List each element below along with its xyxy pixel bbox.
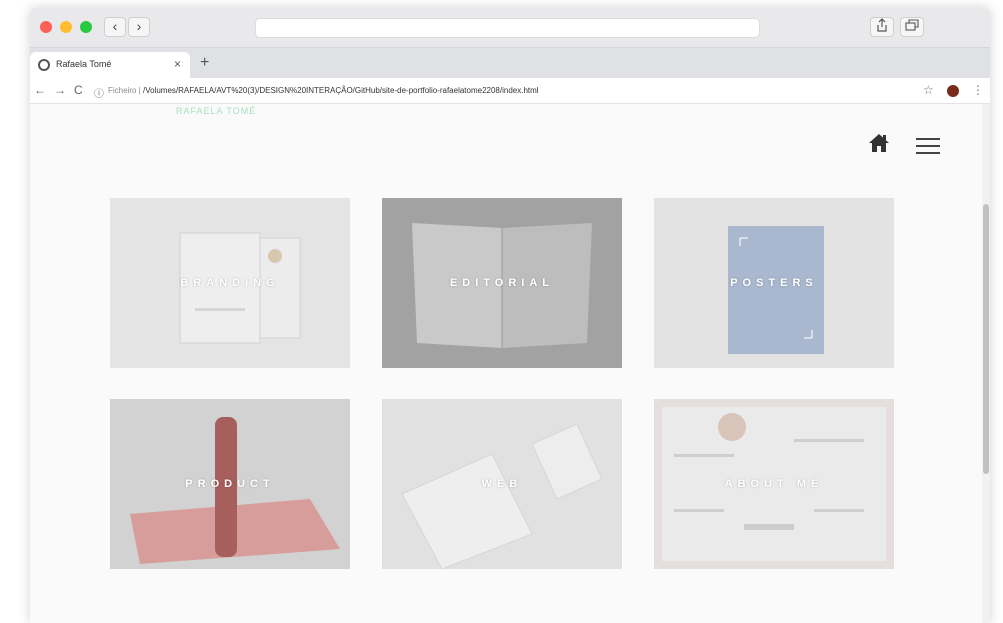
tab-close-icon[interactable]: ×	[174, 57, 181, 71]
tab-title: Rafaela Tomé	[56, 59, 112, 69]
scrollbar-thumb[interactable]	[983, 204, 989, 474]
web-card[interactable]: WEB	[382, 399, 622, 569]
card-label: BRANDING	[180, 277, 280, 289]
kebab-menu-icon[interactable]: ⋮	[972, 83, 984, 97]
editorial-card[interactable]: EDITORIAL	[382, 198, 622, 368]
url-scheme: Ficheiro |	[108, 86, 143, 95]
share-icon[interactable]	[870, 17, 894, 37]
profile-avatar[interactable]	[947, 85, 959, 97]
back-arrow-icon[interactable]: ←	[34, 83, 46, 97]
forward-arrow-icon[interactable]: →	[54, 83, 66, 97]
card-label: PRODUCT	[185, 478, 275, 490]
reload-icon[interactable]: C	[74, 83, 83, 97]
new-tab-button[interactable]: +	[200, 54, 209, 72]
tabs-icon[interactable]	[900, 17, 924, 37]
posters-card[interactable]: POSTERS	[654, 198, 894, 368]
home-icon[interactable]	[868, 132, 890, 154]
star-icon[interactable]: ☆	[923, 83, 934, 97]
address-bar: ← → C ⓘ Ficheiro | /Volumes/RAFAELA/AVT%…	[30, 78, 990, 104]
page-content: RAFAELA TOMÉ BRANDING EDITORIAL POSTERS …	[30, 104, 990, 623]
zoom-window-button[interactable]	[80, 21, 92, 33]
card-label: WEB	[481, 478, 523, 490]
branding-card[interactable]: BRANDING	[110, 198, 350, 368]
url-text: /Volumes/RAFAELA/AVT%20(3)/DESIGN%20INTE…	[142, 86, 539, 95]
card-label: EDITORIAL	[449, 277, 555, 289]
site-info-icon[interactable]: ⓘ	[94, 85, 104, 100]
card-label: POSTERS	[730, 277, 818, 289]
product-card[interactable]: PRODUCT	[110, 399, 350, 569]
minimize-window-button[interactable]	[60, 21, 72, 33]
page-scrollbar[interactable]	[982, 104, 990, 623]
browser-window: ‹ › Rafaela Tomé × + ← → C ⓘ Ficheiro | …	[30, 8, 990, 623]
browser-tab[interactable]: Rafaela Tomé ×	[30, 52, 190, 78]
tab-strip: Rafaela Tomé × +	[30, 48, 990, 78]
about-me-card[interactable]: ABOUT ME	[654, 399, 894, 569]
globe-icon	[38, 59, 50, 71]
hamburger-menu-icon[interactable]	[916, 138, 940, 154]
title-bar: ‹ ›	[30, 8, 990, 48]
card-label: ABOUT ME	[724, 478, 824, 490]
back-button[interactable]: ‹	[104, 17, 126, 37]
site-brand[interactable]: RAFAELA TOMÉ	[176, 106, 256, 116]
top-url-field[interactable]	[255, 18, 760, 38]
forward-button[interactable]: ›	[128, 17, 150, 37]
url-field[interactable]: Ficheiro | /Volumes/RAFAELA/AVT%20(3)/DE…	[108, 86, 539, 95]
close-window-button[interactable]	[40, 21, 52, 33]
